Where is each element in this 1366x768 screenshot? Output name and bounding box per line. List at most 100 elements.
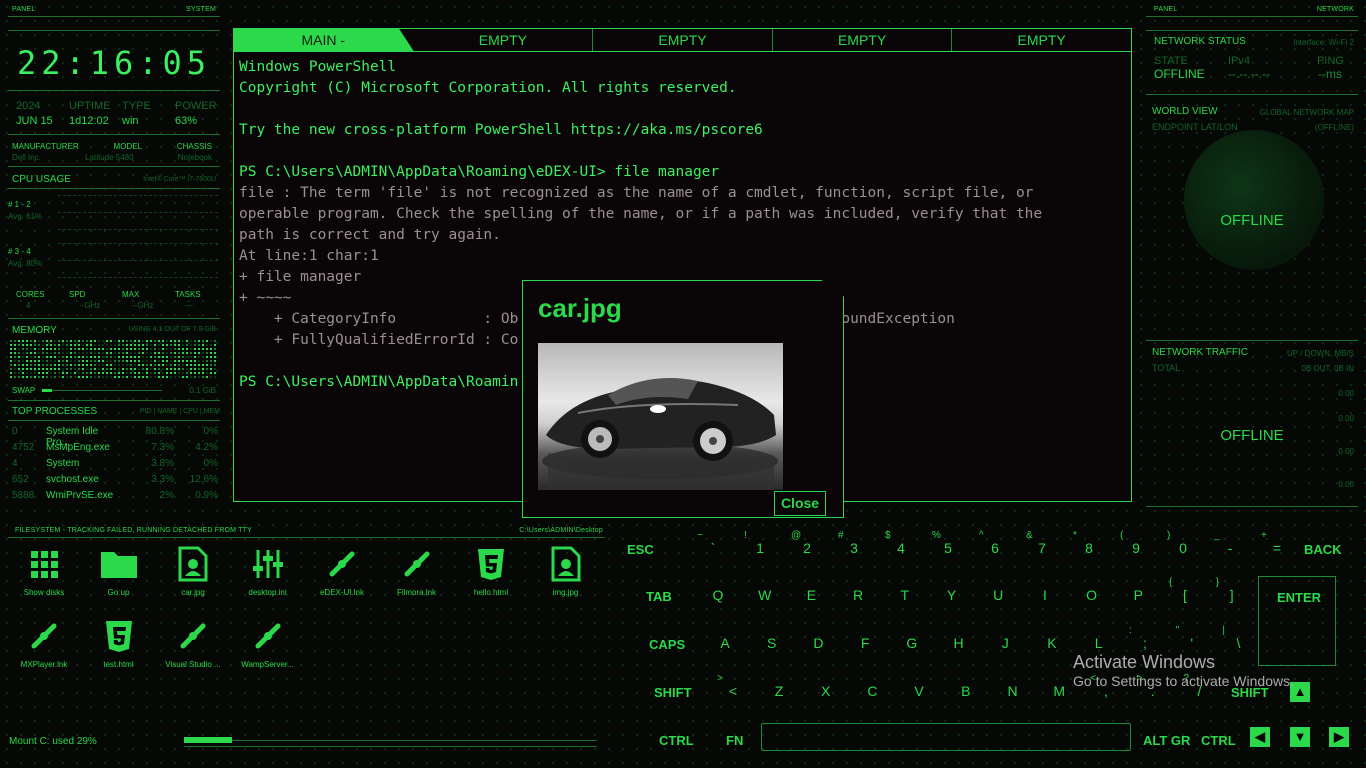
- cpu-group-1: # 1 - 2: [8, 200, 31, 209]
- key-char: ;: [1143, 635, 1147, 651]
- arrow-left-icon[interactable]: ◀: [1250, 727, 1270, 747]
- file-label: Filmora.lnk: [396, 588, 437, 597]
- key[interactable]: + =: [1257, 530, 1297, 556]
- ping-label: PING: [1317, 55, 1344, 67]
- key[interactable]: R: [838, 587, 878, 603]
- file-item[interactable]: desktop.ini: [230, 546, 306, 597]
- key-ctrl-right[interactable]: CTRL: [1201, 733, 1236, 748]
- key-caps[interactable]: CAPS: [649, 637, 685, 652]
- key-fn[interactable]: FN: [726, 733, 743, 748]
- tab-empty-4[interactable]: EMPTY: [952, 29, 1131, 51]
- key[interactable]: C: [852, 683, 892, 699]
- mount-usage-bar: [184, 737, 597, 743]
- close-button[interactable]: Close: [774, 491, 826, 516]
- tab-main[interactable]: MAIN -: [234, 29, 414, 51]
- key[interactable]: > <: [713, 673, 753, 699]
- file-item[interactable]: MXPlayer.lnk: [6, 618, 82, 669]
- key[interactable]: $4: [881, 530, 921, 556]
- key-altgr[interactable]: ALT GR: [1143, 733, 1190, 748]
- filesystem-path: C:\Users\ADMIN\Desktop: [519, 527, 603, 534]
- file-item[interactable]: eDEX-UI.lnk: [304, 546, 380, 597]
- key[interactable]: E: [791, 587, 831, 603]
- key[interactable]: % 5: [928, 530, 968, 556]
- key[interactable]: | \: [1218, 625, 1258, 651]
- key[interactable]: }]: [1212, 577, 1252, 603]
- key[interactable]: Z: [759, 683, 799, 699]
- key[interactable]: " ': [1172, 625, 1212, 651]
- arrow-down-icon[interactable]: ▼: [1290, 727, 1310, 747]
- key[interactable]: X: [806, 683, 846, 699]
- key[interactable]: Y: [932, 587, 972, 603]
- key[interactable]: A: [705, 635, 745, 651]
- file-item[interactable]: WampServer...: [230, 618, 306, 669]
- key[interactable]: ^ 6: [975, 530, 1015, 556]
- key[interactable]: G: [892, 635, 932, 651]
- key[interactable]: #3: [834, 530, 874, 556]
- key[interactable]: _ -: [1210, 530, 1250, 556]
- key[interactable]: T: [885, 587, 925, 603]
- key[interactable]: {[: [1165, 577, 1205, 603]
- key[interactable]: ! 1: [740, 530, 780, 556]
- file-item[interactable]: Visual Studio ...: [155, 618, 231, 669]
- process-mem: 0%: [203, 458, 218, 469]
- tab-empty-1[interactable]: EMPTY: [414, 29, 594, 51]
- key[interactable]: D: [798, 635, 838, 651]
- key[interactable]: W: [745, 587, 785, 603]
- key-ctrl-left[interactable]: CTRL: [659, 733, 694, 748]
- key-shift-char: #: [838, 530, 844, 541]
- key-shift-left[interactable]: SHIFT: [654, 685, 692, 700]
- process-mem: 4.2%: [195, 442, 218, 453]
- process-name: svchost.exe: [46, 474, 99, 485]
- process-row: 4752 MsMpEng.exe 7.3% 4.2%: [12, 442, 218, 453]
- tab-empty-3[interactable]: EMPTY: [773, 29, 953, 51]
- key[interactable]: Q: [698, 587, 738, 603]
- key[interactable]: & 7: [1022, 530, 1062, 556]
- key[interactable]: ~ `: [693, 530, 733, 556]
- html5-icon: [453, 546, 529, 582]
- file-item[interactable]: Go up: [81, 546, 157, 597]
- key-space[interactable]: [761, 723, 1131, 751]
- key[interactable]: B: [946, 683, 986, 699]
- file-item[interactable]: car.jpg: [155, 546, 231, 597]
- hw-value: Dell Inc.: [12, 153, 41, 162]
- sysinfo-label: 2024: [16, 100, 41, 112]
- key[interactable]: I: [1025, 587, 1065, 603]
- key[interactable]: L: [1079, 635, 1119, 651]
- key[interactable]: ) 0: [1163, 530, 1203, 556]
- key[interactable]: U: [978, 587, 1018, 603]
- file-item[interactable]: Filmora.lnk: [379, 546, 455, 597]
- file-item[interactable]: img.jpg: [528, 546, 604, 597]
- file-item[interactable]: Show disks: [6, 546, 82, 597]
- process-pid: 652: [12, 474, 29, 485]
- cpu-group-2: # 3 - 4: [8, 247, 31, 256]
- key-char: C: [867, 683, 878, 699]
- key[interactable]: :;: [1125, 625, 1165, 651]
- process-cpu: 3.8%: [151, 458, 174, 469]
- key[interactable]: J: [985, 635, 1025, 651]
- key[interactable]: V: [899, 683, 939, 699]
- tab-empty-2[interactable]: EMPTY: [593, 29, 773, 51]
- key[interactable]: O: [1072, 587, 1112, 603]
- key[interactable]: N: [993, 683, 1033, 699]
- key[interactable]: K: [1032, 635, 1072, 651]
- key[interactable]: @2: [787, 530, 827, 556]
- arrow-right-icon[interactable]: ▶: [1329, 727, 1349, 747]
- key-char: 0: [1179, 540, 1187, 556]
- key-char: L: [1094, 635, 1103, 651]
- key[interactable]: S: [752, 635, 792, 651]
- key[interactable]: F: [845, 635, 885, 651]
- key[interactable]: * 8: [1069, 530, 1109, 556]
- grid-icon: [6, 546, 82, 582]
- key[interactable]: (9: [1116, 530, 1156, 556]
- dialog-title: car.jpg: [538, 293, 622, 323]
- key[interactable]: H: [939, 635, 979, 651]
- key[interactable]: P: [1118, 587, 1158, 603]
- key-char: Z: [774, 683, 784, 699]
- key-back[interactable]: BACK: [1304, 542, 1342, 557]
- file-item[interactable]: hello.html: [453, 546, 529, 597]
- key-tab[interactable]: TAB: [646, 589, 672, 604]
- key-esc[interactable]: ESC: [627, 542, 654, 557]
- file-item[interactable]: test.html: [81, 618, 157, 669]
- key-char: 2: [803, 540, 811, 556]
